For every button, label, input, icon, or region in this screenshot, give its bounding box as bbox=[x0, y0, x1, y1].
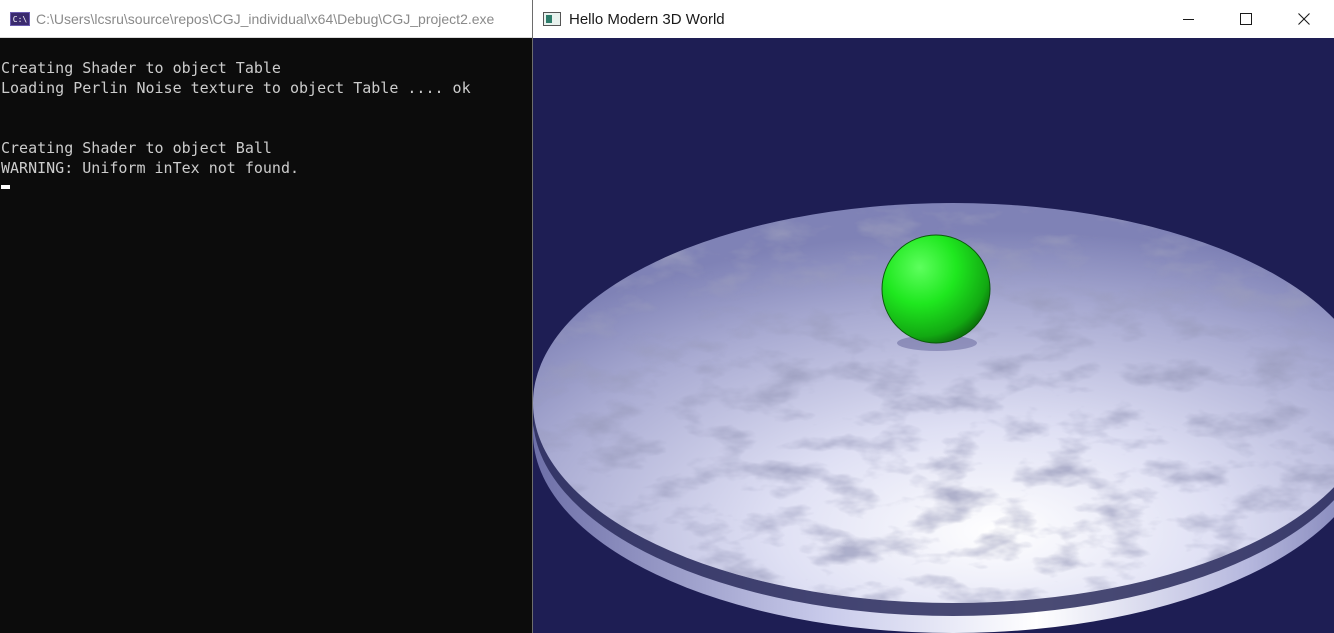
gl-titlebar[interactable]: Hello Modern 3D World bbox=[533, 0, 1334, 38]
console-line: Creating Shader to object Table bbox=[1, 59, 281, 77]
console-window[interactable]: C:\ C:\Users\lcsru\source\repos\CGJ_indi… bbox=[0, 0, 532, 633]
maximize-icon bbox=[1240, 13, 1252, 25]
console-line: Loading Perlin Noise texture to object T… bbox=[1, 79, 471, 97]
green-ball bbox=[881, 234, 991, 344]
maximize-button[interactable] bbox=[1217, 0, 1275, 38]
gl-window[interactable]: Hello Modern 3D World bbox=[532, 0, 1334, 633]
console-output[interactable]: Creating Shader to object Table Loading … bbox=[0, 58, 532, 189]
text-cursor bbox=[1, 185, 10, 189]
console-line: Creating Shader to object Ball bbox=[1, 139, 272, 157]
console-window-title: C:\Users\lcsru\source\repos\CGJ_individu… bbox=[36, 10, 495, 27]
close-button[interactable] bbox=[1275, 0, 1333, 38]
minimize-icon bbox=[1182, 18, 1194, 20]
render-viewport[interactable] bbox=[533, 38, 1334, 633]
console-line: WARNING: Uniform inTex not found. bbox=[1, 159, 300, 177]
close-icon bbox=[1298, 13, 1310, 25]
minimize-button[interactable] bbox=[1159, 0, 1217, 38]
console-app-icon: C:\ bbox=[10, 11, 30, 26]
gl-window-title: Hello Modern 3D World bbox=[569, 10, 725, 28]
console-titlebar[interactable]: C:\ C:\Users\lcsru\source\repos\CGJ_indi… bbox=[0, 0, 532, 38]
scene-render bbox=[533, 203, 1334, 633]
app-window-icon bbox=[543, 12, 561, 26]
